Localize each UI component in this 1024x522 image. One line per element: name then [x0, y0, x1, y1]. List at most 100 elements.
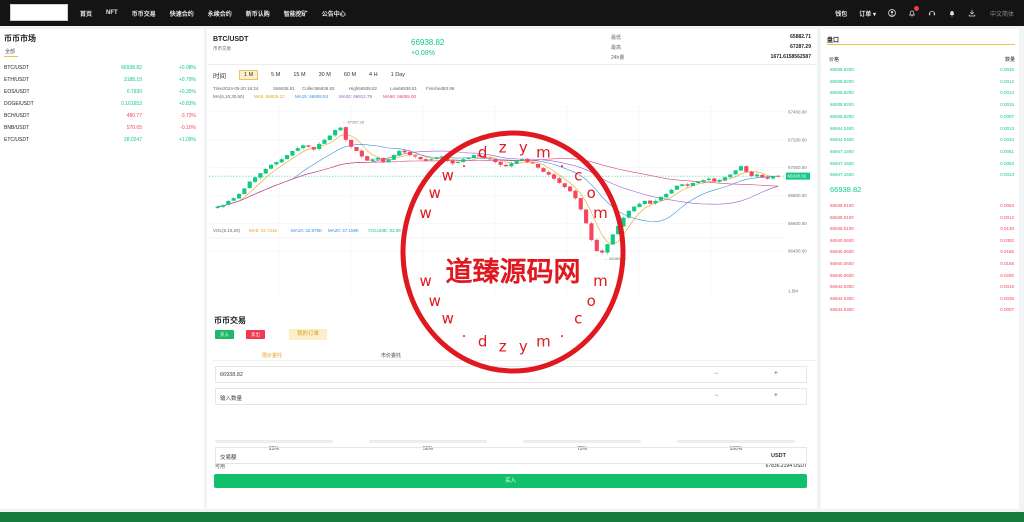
candle-body [674, 185, 679, 190]
stamp-ring-char: w [442, 309, 454, 327]
candle-body [279, 159, 284, 163]
ask-price: 66938.0100 [830, 214, 854, 220]
orderbook-ask-row[interactable]: 66940.0600 0.0382 [830, 238, 1014, 248]
nav-ieo[interactable]: 新币认购 [246, 9, 270, 18]
market-row[interactable]: ETC/USDT 28.0247 +1.09% [4, 134, 196, 146]
percent-bar-50[interactable] [369, 440, 487, 443]
orderbook-bid-row[interactable]: 66947.1600 0.0053 [830, 161, 1014, 171]
candle-body [733, 170, 738, 175]
nav-perpetual[interactable]: 永续合约 [208, 9, 232, 18]
orderbook-ask-row[interactable]: 66938.0100 0.0012 [830, 215, 1014, 225]
wallet-link[interactable]: 钱包 [835, 9, 847, 18]
tab-limit-order[interactable]: 限价委托 [262, 352, 282, 359]
orderbook-ask-row[interactable]: 66940.0600 0.0165 [830, 249, 1014, 259]
orderbook-bid-row[interactable]: 66938.8200 0.0015 [830, 102, 1014, 112]
ohlc-open: S66938.81 [273, 86, 295, 91]
candle-body [696, 181, 701, 184]
market-row[interactable]: BTC/USDT 66938.82 +0.08% [4, 62, 196, 74]
ask-qty: 0.0007 [1000, 307, 1014, 313]
orderbook-bid-row[interactable]: 66947.1600 0.0013 [830, 172, 1014, 182]
market-row[interactable]: ETH/USDT 3188.15 +0.79% [4, 74, 196, 86]
tab-all[interactable]: 全部 [5, 48, 15, 55]
tf-4h[interactable]: 4 H [369, 72, 378, 78]
candle-body [333, 130, 338, 136]
nav-mining[interactable]: 智能挖矿 [284, 9, 308, 18]
candle-body [391, 155, 396, 160]
amount-input[interactable]: 输入数量 − + [215, 388, 807, 405]
available-label: 可用 [215, 464, 226, 470]
orderbook-ask-row[interactable]: 66944.0300 0.0007 [830, 307, 1014, 317]
orderbook-ask-row[interactable]: 66940.0600 0.0280 [830, 273, 1014, 283]
orderbook-bid-row[interactable]: 66944.0400 0.0034 [830, 137, 1014, 147]
candle-body [760, 174, 765, 178]
stamp-ring-char: m [536, 144, 551, 162]
tf-time[interactable]: 时间 [213, 70, 226, 80]
nav-quick-contract[interactable]: 快速合约 [170, 9, 194, 18]
amount-decrease-button[interactable]: − [714, 393, 718, 399]
candle-body [236, 194, 242, 199]
orders-menu[interactable]: 订单 ▾ [859, 9, 876, 18]
orderbook-bid-row[interactable]: 66938.8200 0.0014 [830, 90, 1014, 100]
market-row[interactable]: BNB/USDT 570.65 -0.10% [4, 122, 196, 134]
nav-announcements[interactable]: 公告中心 [322, 9, 346, 18]
nav-spot[interactable]: 币币交易 [132, 9, 156, 18]
bell-icon[interactable] [948, 9, 956, 17]
tf-1m[interactable]: 1 M [239, 70, 259, 80]
percent-bar-25[interactable] [215, 440, 333, 443]
market-row[interactable]: EOS/USDT 0.7930 +0.35% [4, 86, 196, 98]
stamp-ring-char: c [574, 167, 582, 185]
user-icon[interactable] [888, 9, 896, 17]
footer-bar [0, 512, 1024, 522]
candle-body [669, 189, 674, 194]
candle-body [220, 205, 226, 207]
orderbook-ask-row[interactable]: 66938.0100 0.0130 [830, 226, 1014, 236]
orderbook-bid-row[interactable]: 66938.8200 0.0012 [830, 79, 1014, 89]
buy-tab[interactable]: 买入 [215, 330, 234, 339]
download-icon[interactable] [968, 9, 976, 17]
market-change: +0.83% [178, 101, 196, 107]
site-logo[interactable] [10, 4, 68, 21]
candle-body [247, 181, 252, 188]
orderbook-ask-row[interactable]: 66940.0600 0.0165 [830, 261, 1014, 271]
market-row[interactable]: BCH/USDT 480.77 -3.73% [4, 110, 196, 122]
amount-placeholder: 输入数量 [220, 396, 243, 402]
my-orders-button[interactable]: 我的订单 [289, 329, 327, 340]
orderbook-bid-row[interactable]: 66944.0400 0.0013 [830, 126, 1014, 136]
market-price: 570.65 [126, 125, 142, 131]
market-row[interactable]: DOGE/USDT 0.161653 +0.83% [4, 98, 196, 110]
orderbook-bid-row[interactable]: 66938.8200 0.0007 [830, 114, 1014, 124]
tf-5m[interactable]: 5 M [271, 72, 280, 78]
percent-bar-100[interactable] [677, 440, 795, 443]
tf-15m[interactable]: 15 M [293, 72, 305, 78]
tf-60m[interactable]: 60 M [344, 72, 356, 78]
orderbook-ask-row[interactable]: 66944.0300 0.0036 [830, 296, 1014, 306]
y-tick-label: 66800.00 [788, 193, 807, 198]
orderbook-ask-row[interactable]: 66938.0100 0.0063 [830, 203, 1014, 213]
vol-ma20: MA20: 47.159K [328, 228, 359, 233]
candle-body [680, 184, 685, 186]
nav-nft[interactable]: NFT [106, 10, 118, 16]
price-increase-button[interactable]: + [774, 370, 778, 377]
tf-30m[interactable]: 30 M [319, 72, 331, 78]
top-nav: 首页 NFT 币币交易 快速合约 永续合约 新币认购 智能挖矿 公告中心 钱包 … [0, 0, 1024, 26]
price-decrease-button[interactable]: − [714, 371, 718, 377]
stamp-ring-char: m [536, 333, 551, 351]
market-price: 3188.15 [123, 77, 142, 83]
ask-price: 66940.0600 [830, 237, 854, 243]
orderbook-bid-row[interactable]: 66938.8200 0.0045 [830, 67, 1014, 77]
amount-increase-button[interactable]: + [774, 392, 778, 399]
ohlc-finished: Finished83.99 [426, 86, 455, 91]
language-selector[interactable]: 中文简体 [990, 9, 1014, 18]
orderbook-bid-row[interactable]: 66947.1600 0.0051 [830, 149, 1014, 159]
nav-home[interactable]: 首页 [80, 9, 92, 18]
orderbook-ask-row[interactable]: 66944.0300 0.0016 [830, 284, 1014, 294]
candle-body [706, 178, 711, 181]
percent-bar-75[interactable] [523, 440, 641, 443]
notification-bell-icon[interactable] [908, 6, 919, 17]
sell-tab[interactable]: 卖出 [246, 330, 265, 339]
y-tick-label: 67400.00 [788, 109, 807, 114]
headset-icon[interactable] [928, 9, 936, 17]
submit-buy-button[interactable]: 买入 [214, 474, 807, 488]
turnover-field[interactable]: 交易额 USDT [215, 447, 807, 464]
tf-1day[interactable]: 1 Day [391, 72, 405, 78]
